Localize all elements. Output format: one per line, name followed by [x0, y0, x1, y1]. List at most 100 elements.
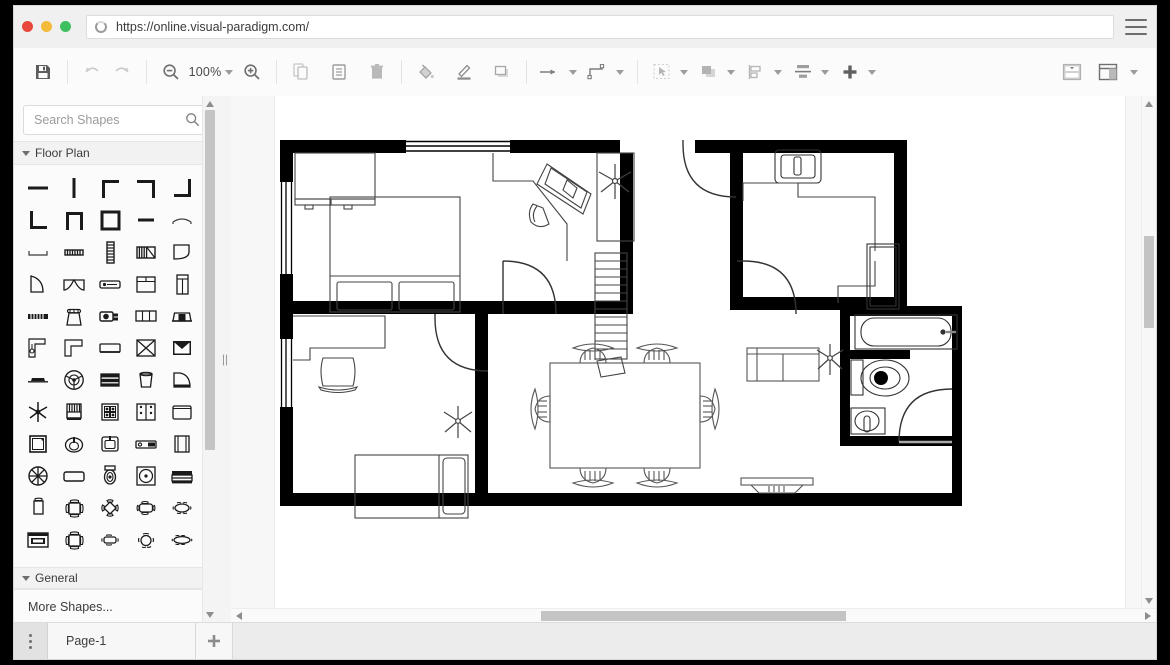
reload-icon[interactable] [95, 21, 107, 33]
chevron-down-icon[interactable] [225, 69, 233, 75]
shape-bed-double[interactable] [130, 268, 162, 300]
shape-table-oval-eight[interactable] [166, 524, 198, 556]
shape-stairs-small[interactable] [58, 236, 90, 268]
shape-table-round-four[interactable] [94, 492, 126, 524]
page-options-icon[interactable] [14, 623, 48, 659]
shape-table-round-six[interactable] [130, 524, 162, 556]
scrollbar-thumb[interactable] [1144, 236, 1154, 328]
shape-waste-bin[interactable] [130, 364, 162, 396]
address-bar[interactable]: https://online.visual-paradigm.com/ [86, 15, 1114, 39]
zoom-out-button[interactable] [156, 57, 186, 87]
shape-corner-wall-top-right[interactable] [130, 172, 162, 204]
shape-tv-stand[interactable] [94, 332, 126, 364]
shape-table-oval-four[interactable] [130, 492, 162, 524]
scrollbar-thumb[interactable] [541, 611, 846, 621]
shapes-panel-scrollbar[interactable] [202, 96, 217, 623]
shape-elevator[interactable] [94, 236, 126, 268]
shape-corner-wall-bottom-right[interactable] [166, 172, 198, 204]
chevron-down-icon[interactable] [1130, 69, 1138, 75]
shape-dresser[interactable] [94, 364, 126, 396]
shape-window-single[interactable] [94, 268, 126, 300]
chevron-down-icon[interactable] [727, 69, 735, 75]
shape-sink-round[interactable] [58, 428, 90, 460]
canvas-vertical-scrollbar[interactable] [1141, 96, 1156, 609]
minimize-window-button[interactable] [41, 21, 52, 32]
chevron-down-icon[interactable] [616, 69, 624, 75]
shape-envelope[interactable] [166, 332, 198, 364]
shape-sink-square[interactable] [94, 428, 126, 460]
redo-button[interactable] [107, 57, 137, 87]
search-shapes-box[interactable] [23, 105, 208, 135]
shape-ceiling-fan[interactable] [58, 364, 90, 396]
shape-rectangle-table[interactable] [58, 460, 90, 492]
shape-stove-four-burner[interactable] [94, 396, 126, 428]
shape-wardrobe-tall[interactable] [166, 268, 198, 300]
page-tab-page-1[interactable]: Page-1 [48, 623, 196, 659]
insert-button[interactable] [835, 57, 865, 87]
shape-toilet[interactable] [94, 460, 126, 492]
shape-chair-single-table[interactable] [22, 492, 54, 524]
shape-sofa-three-seat[interactable] [130, 300, 162, 332]
chevron-down-icon[interactable] [680, 69, 688, 75]
shape-grand-piano[interactable] [166, 364, 198, 396]
splitter-grip-icon[interactable] [223, 354, 227, 365]
arrange-button[interactable] [694, 57, 724, 87]
shape-shower-square[interactable] [22, 428, 54, 460]
shape-desk-with-chair[interactable] [22, 524, 54, 556]
shape-room-square[interactable] [94, 204, 126, 236]
scroll-up-arrow-icon[interactable] [206, 101, 214, 107]
scroll-down-arrow-icon[interactable] [1145, 598, 1153, 604]
shape-table-square[interactable] [166, 396, 198, 428]
shape-group-header-general[interactable]: General [14, 567, 217, 589]
add-page-button[interactable] [196, 623, 233, 659]
shape-door-quarter-arc[interactable] [166, 236, 198, 268]
shape-wall-curved-thin[interactable] [166, 204, 198, 236]
hamburger-menu-icon[interactable] [1125, 19, 1147, 35]
chevron-down-icon[interactable] [868, 69, 876, 75]
distribute-button[interactable] [788, 57, 818, 87]
scrollbar-thumb[interactable] [205, 110, 215, 450]
format-panel-button[interactable] [1057, 57, 1087, 87]
connector-style-button[interactable] [583, 57, 613, 87]
shape-door-arc[interactable] [22, 268, 54, 300]
shape-round-rug[interactable] [22, 460, 54, 492]
scroll-right-arrow-icon[interactable] [1145, 612, 1151, 620]
search-icon[interactable] [185, 112, 200, 132]
shape-table-four-chairs[interactable] [58, 492, 90, 524]
close-window-button[interactable] [22, 21, 33, 32]
shape-u-wall[interactable] [58, 204, 90, 236]
shape-wall-thick[interactable] [130, 204, 162, 236]
shape-corner-wall-top-left[interactable] [94, 172, 126, 204]
copy-button[interactable] [286, 57, 316, 87]
shape-cabinet-double[interactable] [166, 428, 198, 460]
align-button[interactable] [741, 57, 771, 87]
chevron-down-icon[interactable] [569, 69, 577, 75]
paste-button[interactable] [324, 57, 354, 87]
shape-bench[interactable] [22, 364, 54, 396]
search-input[interactable] [32, 106, 186, 134]
undo-button[interactable] [77, 57, 107, 87]
zoom-in-button[interactable] [237, 57, 267, 87]
canvas-horizontal-scrollbar[interactable] [231, 608, 1156, 623]
maximize-window-button[interactable] [60, 21, 71, 32]
floor-plan-drawing[interactable] [275, 96, 1125, 609]
shape-stairs-hatched[interactable] [130, 236, 162, 268]
panel-splitter[interactable] [217, 96, 232, 623]
shadow-button[interactable] [487, 57, 517, 87]
chevron-down-icon[interactable] [821, 69, 829, 75]
shape-washing-machine[interactable] [130, 460, 162, 492]
shape-projector[interactable] [94, 300, 126, 332]
diagram-sheet[interactable] [275, 96, 1125, 609]
view-layout-button[interactable] [1093, 57, 1123, 87]
shape-wall-opening[interactable] [22, 236, 54, 268]
shape-bathtub-small[interactable] [130, 428, 162, 460]
shape-plant-flower[interactable] [22, 396, 54, 428]
scroll-up-arrow-icon[interactable] [1145, 101, 1153, 107]
shape-wall-horizontal[interactable] [22, 172, 54, 204]
diagram-canvas[interactable] [231, 96, 1156, 623]
shape-double-door[interactable] [58, 268, 90, 300]
line-style-button[interactable] [536, 57, 566, 87]
shape-wall-vertical[interactable] [58, 172, 90, 204]
shape-table-oval-small[interactable] [94, 524, 126, 556]
shape-square-cross[interactable] [130, 332, 162, 364]
